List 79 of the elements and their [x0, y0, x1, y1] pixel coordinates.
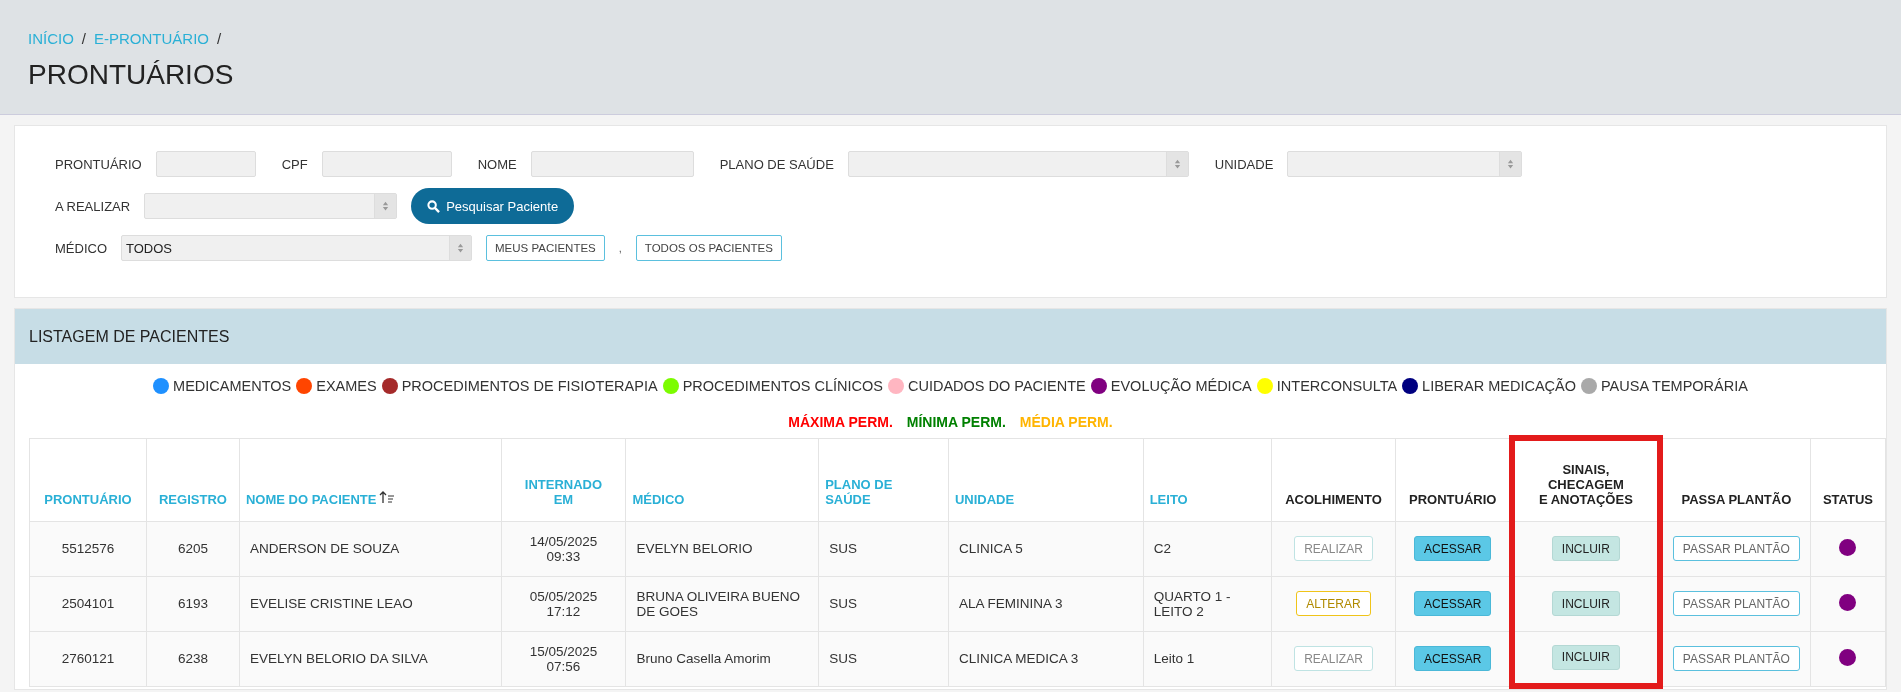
text-field[interactable]: [530, 151, 694, 177]
table-cell: 14/05/2025 09:33: [501, 521, 626, 576]
action-button[interactable]: PASSAR PLANTÃO: [1672, 591, 1800, 616]
select-field[interactable]: [847, 151, 1189, 177]
select-field[interactable]: [144, 193, 398, 219]
breadcrumb-separator: /: [217, 30, 222, 47]
table-cell: CLINICA 5: [948, 521, 1144, 576]
table-cell: Bruno Casella Amorim: [625, 631, 819, 686]
text-field[interactable]: [155, 151, 256, 177]
table-cell: 2504101: [29, 576, 147, 631]
action-button[interactable]: INCLUIR: [1551, 536, 1620, 561]
table-cell: SUS: [818, 576, 949, 631]
select-arrows-icon: [1165, 152, 1188, 176]
field-label: UNIDADE: [1214, 156, 1274, 172]
table-cell: C2: [1143, 521, 1271, 576]
table-cell: EVELYN BELORIO DA SILVA: [239, 631, 501, 686]
table-cell: CLINICA MEDICA 3: [948, 631, 1144, 686]
table-cell: 15/05/2025 07:56: [501, 631, 626, 686]
filter-button[interactable]: MEUS PACIENTES: [486, 235, 605, 261]
legend-label: PROCEDIMENTOS DE FISIOTERAPIA: [401, 378, 658, 394]
permanence-label: MÍNIMA PERM.: [906, 414, 1006, 430]
sort-icon: [379, 489, 396, 504]
table-cell: SUS: [818, 631, 949, 686]
select-field[interactable]: [1287, 151, 1523, 177]
select-arrows-icon: [449, 236, 471, 260]
table-cell: Leito 1: [1143, 631, 1271, 686]
legend-label: PAUSA TEMPORÁRIA: [1601, 378, 1748, 394]
table-cell: EVELISE CRISTINE LEAO: [239, 576, 501, 631]
action-button[interactable]: ACESSAR: [1414, 591, 1492, 616]
action-button[interactable]: INCLUIR: [1551, 644, 1620, 670]
column-header: STATUS: [1810, 438, 1886, 521]
field-label: MÉDICO: [55, 240, 107, 256]
breadcrumb-separator: /: [81, 30, 86, 47]
action-button[interactable]: PASSAR PLANTÃO: [1672, 646, 1800, 671]
table-cell: 05/05/2025 17:12: [501, 576, 626, 631]
permanence-label: MÁXIMA PERM.: [788, 414, 893, 430]
search-icon: [427, 199, 441, 213]
panel-title: LISTAGEM DE PACIENTES: [15, 309, 1886, 364]
action-button[interactable]: REALIZAR: [1294, 646, 1373, 671]
filter-button[interactable]: TODOS OS PACIENTES: [635, 235, 782, 261]
page-title: PRONTUÁRIOS: [28, 59, 235, 91]
action-button[interactable]: ALTERAR: [1296, 591, 1371, 616]
table-cell: ANDERSON DE SOUZA: [239, 521, 501, 576]
table-cell: EVELYN BELORIO: [625, 521, 819, 576]
field-label: A REALIZAR: [55, 198, 131, 214]
table-cell: 2760121: [29, 631, 147, 686]
field-label: CPF: [281, 156, 308, 172]
legend-label: INTERCONSULTA: [1276, 378, 1398, 394]
search-button[interactable]: Pesquisar Paciente: [411, 188, 575, 224]
action-button[interactable]: ACESSAR: [1414, 646, 1492, 671]
legend-label: CUIDADOS DO PACIENTE: [908, 378, 1086, 394]
select-arrows-icon: [374, 194, 397, 218]
table-cell: BRUNA OLIVEIRA BUENO DE GOES: [625, 576, 819, 631]
table-cell: ALA FEMININA 3: [948, 576, 1144, 631]
select-arrows-icon: [1499, 152, 1522, 176]
action-button[interactable]: REALIZAR: [1294, 536, 1373, 561]
table-cell: 5512576: [29, 521, 147, 576]
table-cell: SUS: [818, 521, 949, 576]
table-cell: QUARTO 1 - LEITO 2: [1143, 576, 1271, 631]
legend-label: MEDICAMENTOS: [173, 378, 292, 394]
legend-label: LIBERAR MEDICAÇÃO: [1422, 378, 1576, 394]
action-button[interactable]: ACESSAR: [1414, 536, 1492, 561]
table-cell: 6193: [146, 576, 240, 631]
legend-label: EXAMES: [316, 378, 377, 394]
column-header: PRONTUÁRIO: [1395, 438, 1512, 521]
legend-label: EVOLUÇÃO MÉDICA: [1110, 378, 1252, 394]
column-header: ACOLHIMENTO: [1271, 438, 1396, 521]
select-field[interactable]: TODOS: [121, 235, 472, 261]
permanence-label: MÉDIA PERM.: [1019, 414, 1113, 430]
action-button[interactable]: PASSAR PLANTÃO: [1672, 536, 1800, 561]
table-cell: 6238: [146, 631, 240, 686]
field-label: PRONTUÁRIO: [55, 156, 142, 172]
table-cell: 6205: [146, 521, 240, 576]
action-button[interactable]: INCLUIR: [1551, 591, 1620, 616]
field-label: PLANO DE SAÚDE: [719, 156, 834, 172]
separator-text: ,: [618, 242, 622, 254]
field-label: NOME: [477, 156, 517, 172]
legend-label: PROCEDIMENTOS CLÍNICOS: [682, 378, 883, 394]
text-field[interactable]: [321, 151, 452, 177]
